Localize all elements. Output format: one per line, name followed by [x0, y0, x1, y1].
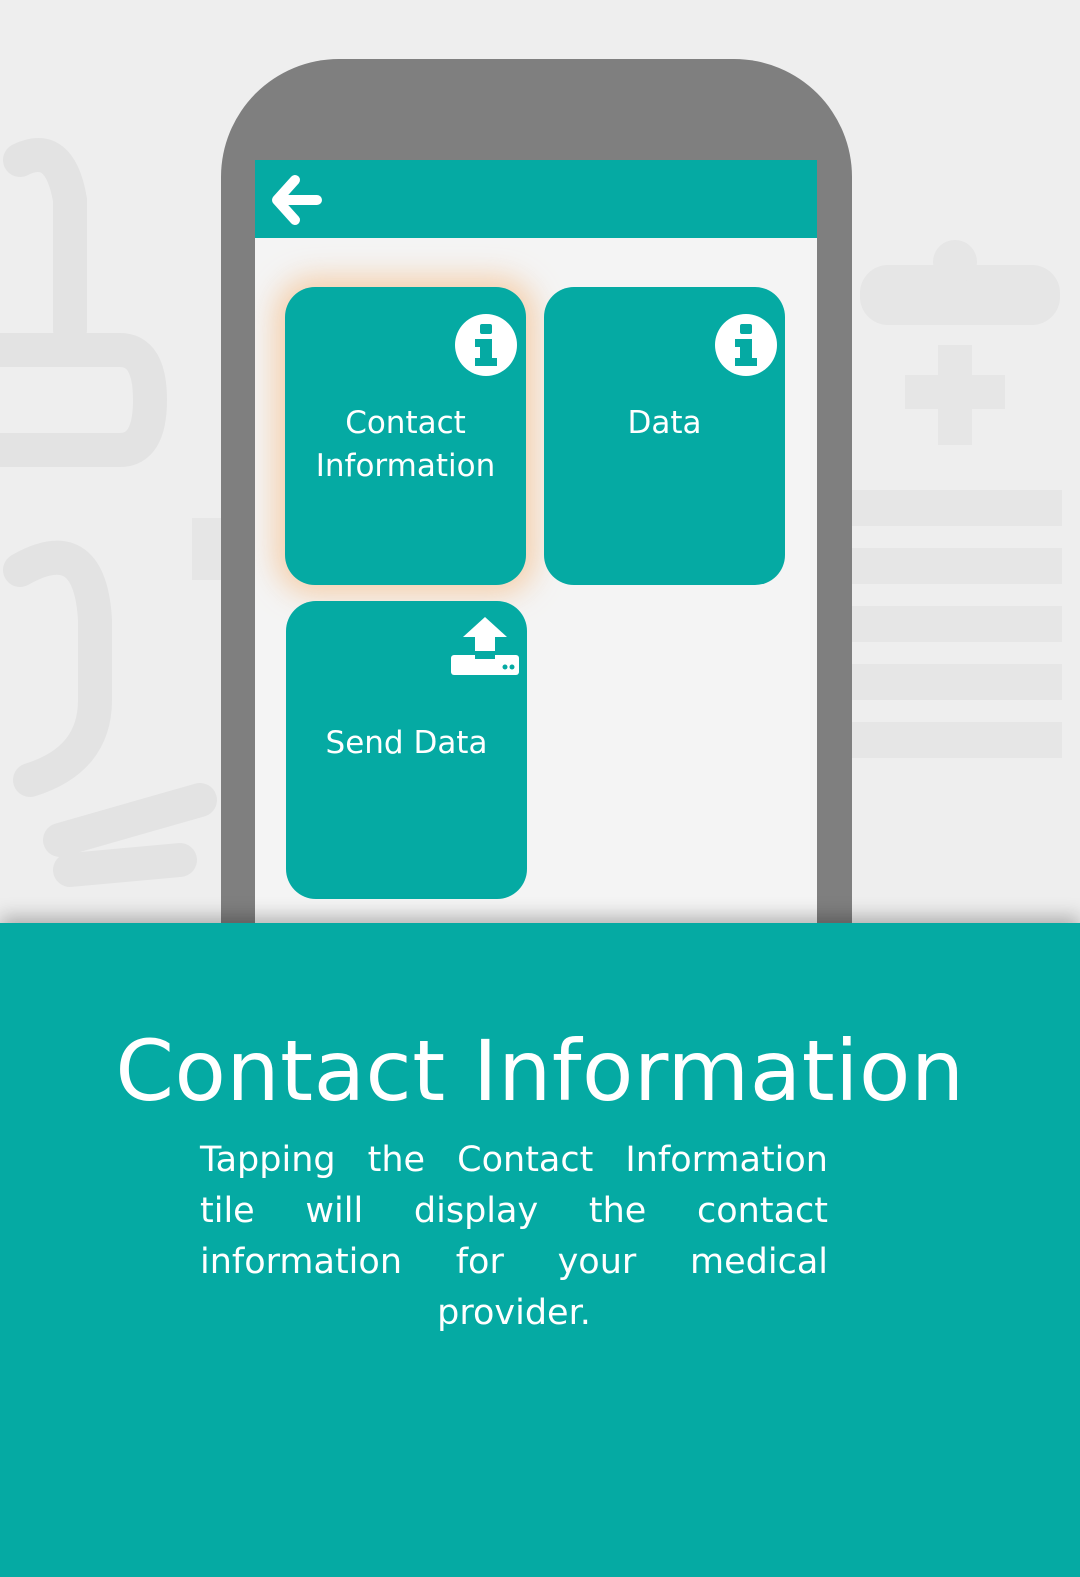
tile-contact-information[interactable]: Contact Information [285, 287, 526, 585]
info-panel: Contact Information Tapping the Contact … [0, 923, 1080, 1577]
panel-description: Tapping the Contact Information tile wil… [200, 1140, 828, 1333]
info-icon [715, 314, 777, 376]
info-icon [455, 314, 517, 376]
upload-icon [451, 617, 519, 675]
app-bar [255, 160, 817, 238]
arrow-left-icon [272, 175, 322, 225]
tile-label: Contact Information [315, 405, 496, 484]
panel-title: Contact Information [115, 1022, 965, 1120]
phone-frame: Contact Information Data Send Data [221, 59, 852, 1060]
tile-label: Data [627, 405, 702, 441]
tile-send-data[interactable]: Send Data [286, 601, 527, 899]
back-button[interactable] [269, 172, 329, 228]
tile-data[interactable]: Data [544, 287, 785, 585]
tile-label: Send Data [325, 725, 488, 761]
